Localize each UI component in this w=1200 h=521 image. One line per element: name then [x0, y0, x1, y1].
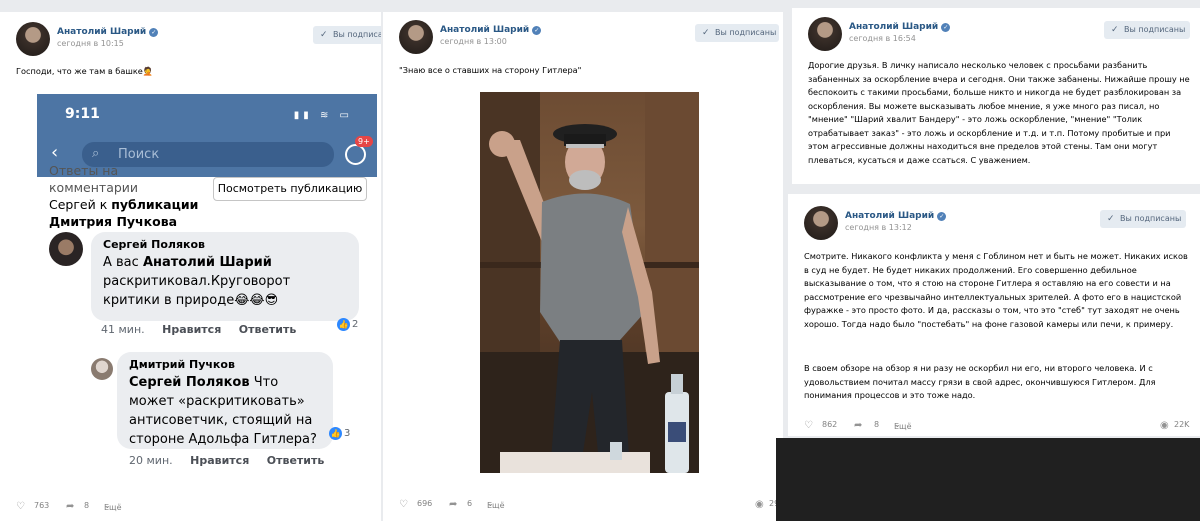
author-avatar[interactable]	[804, 206, 838, 240]
subscribed-button[interactable]: ✓Вы подписаны	[1104, 21, 1190, 39]
author-avatar[interactable]	[808, 17, 842, 51]
verified-icon: ✓	[532, 26, 542, 35]
share-icon[interactable]: ➦	[449, 499, 457, 510]
dark-overlay	[776, 438, 1200, 521]
search-icon: ⌕	[92, 146, 100, 161]
eye-icon: ◉	[755, 499, 764, 510]
checkmark-icon: ✓	[1107, 214, 1115, 224]
photo-content	[480, 92, 699, 473]
comment-bubble-2: Дмитрий Пучков Сергей Поляков Что может …	[117, 352, 333, 449]
post-text: "Знаю все о ставших на сторону Гитлера"	[399, 65, 582, 75]
post-actions: ♡ 862 ➦ 8 Ещё ⌄ ◉ 22K	[804, 418, 1196, 434]
post-actions: ♡ 696 ➦ 6 Ещё ⌄ ◉ 29K	[399, 497, 783, 513]
phone-clock: 9:11	[65, 106, 100, 122]
post-card-4: Анатолий Шарий ✓ сегодня в 13:12 ✓ Вы подп…	[788, 194, 1200, 436]
heart-icon[interactable]: ♡	[16, 501, 25, 512]
comment-bubble-1: Сергей Поляков А вас Анатолий Шарий раск…	[91, 232, 359, 321]
eye-icon: ◉	[1160, 420, 1169, 431]
post-time[interactable]: сегодня в 10:15	[57, 39, 124, 48]
reply-avatar	[91, 358, 113, 380]
checkmark-icon: ✓	[320, 30, 328, 40]
share-count[interactable]: 8	[84, 501, 89, 510]
share-count[interactable]: 6	[467, 499, 472, 508]
view-publication-button: Посмотреть публикацию	[213, 177, 367, 201]
post-card-1: Анатолий Шарий ✓ сегодня в 10:15 ✓ Вы подп…	[0, 12, 381, 521]
notification-line-3: Дмитрия Пучкова	[49, 214, 178, 229]
reaction-count: 👍 3	[329, 427, 351, 440]
back-icon: ‹	[51, 142, 59, 163]
share-icon[interactable]: ➦	[854, 420, 862, 431]
post-photo[interactable]	[480, 92, 699, 473]
more-button[interactable]: Ещё ⌄	[104, 501, 122, 512]
author-name[interactable]: Анатолий Шарий ✓	[845, 211, 947, 221]
notification-text: Ответы на комментарии Сергей к публикаци…	[49, 163, 209, 230]
post-actions: ♡ 763 ➦ 8 Ещё ⌄	[16, 499, 356, 515]
post-time[interactable]: сегодня в 16:54	[849, 34, 916, 43]
post-time[interactable]: сегодня в 13:12	[845, 223, 912, 232]
notification-line-2: Сергей к публикации	[49, 197, 199, 212]
heart-icon[interactable]: ♡	[804, 420, 813, 431]
checkmark-icon: ✓	[702, 28, 710, 38]
comment-text: А вас Анатолий Шарий раскритиковал.Круго…	[103, 255, 291, 308]
commenter-avatar	[49, 232, 83, 266]
like-count[interactable]: 696	[417, 499, 432, 508]
comment-text: Сергей Поляков Что может «раскритиковать…	[129, 375, 317, 447]
more-button[interactable]: Ещё ⌄	[487, 499, 505, 510]
share-icon[interactable]: ➦	[66, 501, 74, 512]
verified-icon: ✓	[149, 28, 159, 37]
reaction-count: 👍 2	[337, 318, 359, 331]
post-time[interactable]: сегодня в 13:00	[440, 37, 507, 46]
thumbs-up-icon: 👍	[329, 427, 342, 440]
share-count[interactable]: 8	[874, 420, 879, 429]
embedded-screenshot: 9:11 ▮▮ ≋ ▭ ‹ ⌕ Поиск 9+ Ответы на комме…	[37, 94, 377, 490]
messenger-badge: 9+	[355, 136, 373, 147]
status-icons: ▮▮ ≋ ▭	[293, 110, 353, 121]
subscribed-button[interactable]: ✓Вы подписаны	[695, 24, 779, 42]
post-card-2: Анатолий Шарий ✓ сегодня в 13:00 ✓ Вы подп…	[383, 12, 783, 521]
post-card-3: Анатолий Шарий ✓ сегодня в 16:54 ✓ Вы подп…	[792, 8, 1200, 184]
search-placeholder: Поиск	[118, 147, 160, 162]
author-name[interactable]: Анатолий Шарий ✓	[849, 22, 951, 32]
comment-meta: 20 мин. Нравится Ответить	[129, 454, 325, 467]
author-avatar[interactable]	[399, 20, 433, 54]
checkmark-icon: ✓	[1111, 25, 1119, 35]
post-text-paragraph-2: В своем обзоре на обзор я ни разу не оск…	[804, 363, 1156, 400]
verified-icon: ✓	[941, 23, 951, 32]
author-name[interactable]: Анатолий Шарий ✓	[440, 25, 542, 35]
heart-icon[interactable]: ♡	[399, 499, 408, 510]
subscribed-button[interactable]: ✓Вы подписаны	[1100, 210, 1186, 228]
post-text-paragraph-1: Смотрите. Никакого конфликта у меня с Го…	[804, 251, 1188, 329]
like-count[interactable]: 763	[34, 501, 49, 510]
subscribed-button[interactable]: ✓Вы подписаны	[313, 26, 381, 44]
verified-icon: ✓	[937, 212, 947, 221]
post-text: Дорогие друзья. В личку написало несколь…	[808, 60, 1190, 165]
comment-meta: 41 мин. Нравится Ответить	[101, 323, 297, 336]
view-count: 22K	[1174, 420, 1190, 429]
author-avatar[interactable]	[16, 22, 50, 56]
messenger-icon	[345, 144, 366, 165]
like-count[interactable]: 862	[822, 420, 837, 429]
thumbs-up-icon: 👍	[337, 318, 350, 331]
more-button[interactable]: Ещё ⌄	[894, 420, 912, 431]
author-name[interactable]: Анатолий Шарий ✓	[57, 27, 159, 37]
post-text: Господи, что же там в башке🤦	[16, 66, 154, 76]
notification-line-1: Ответы на комментарии	[49, 163, 139, 195]
comment-author: Дмитрий Пучков	[129, 358, 235, 371]
comment-author: Сергей Поляков	[103, 238, 206, 251]
